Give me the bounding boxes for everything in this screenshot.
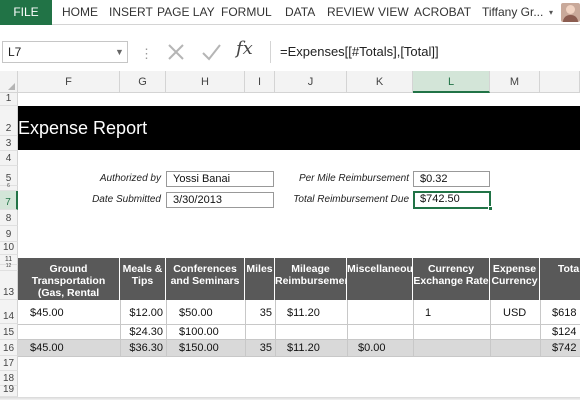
table-cell[interactable]: $45.00 — [30, 307, 64, 319]
sheet-title: Expense Report — [18, 118, 148, 138]
row-header-4[interactable]: 4 — [0, 151, 18, 166]
total-cell[interactable]: $742 — [552, 342, 576, 354]
header-miscellaneous[interactable]: Miscellaneous — [347, 258, 413, 300]
table-cell[interactable]: $618 — [552, 307, 576, 319]
row-header-7[interactable]: 7 — [0, 191, 18, 210]
tab-insert[interactable]: INSERT — [109, 0, 153, 25]
excel-window: FILE HOME INSERT PAGE LAY FORMUL DATA RE… — [0, 0, 580, 400]
per-mile-label: Per Mile Reimbursement — [298, 173, 409, 184]
formula-bar-grip-icon[interactable]: ⋮ — [140, 46, 153, 62]
formula-input[interactable]: =Expenses[[#Totals],[Total]] — [270, 41, 580, 63]
avatar[interactable] — [561, 3, 580, 22]
total-reimbursement-cell[interactable]: $742.50 — [413, 191, 493, 211]
header-conferences[interactable]: Conferences and Seminars — [166, 258, 245, 300]
worksheet-grid[interactable]: F G H I J K L M 1 2 3 4 5 6 7 8 9 10 11 … — [0, 71, 580, 400]
row-header-15[interactable]: 15 — [0, 324, 18, 340]
tab-view[interactable]: VIEW — [378, 0, 409, 25]
column-header-h[interactable]: H — [166, 71, 245, 93]
account-dropdown-icon[interactable]: ▾ — [549, 0, 553, 25]
total-reimbursement-label: Total Reimbursement Due — [293, 194, 409, 205]
table-cell[interactable]: $12.00 — [120, 307, 163, 319]
table-cell[interactable]: USD — [503, 307, 526, 319]
col-divider — [490, 300, 491, 356]
column-header-i[interactable]: I — [245, 71, 275, 93]
date-submitted-label: Date Submitted — [92, 194, 161, 205]
column-header-n[interactable] — [540, 71, 580, 93]
select-all-corner[interactable] — [0, 71, 18, 93]
header-expense-currency[interactable]: Expense Currency — [490, 258, 540, 300]
authorized-by-cell[interactable]: Yossi Banai — [166, 171, 274, 187]
table-cell[interactable]: $124 — [552, 326, 576, 338]
tab-formulas[interactable]: FORMUL — [221, 0, 272, 25]
column-header-l[interactable]: L — [413, 71, 490, 93]
table-cell[interactable]: $50.00 — [179, 307, 213, 319]
row-header-19[interactable]: 19 — [0, 384, 18, 397]
row-header-2[interactable]: 2 — [0, 106, 18, 136]
column-header-j[interactable]: J — [275, 71, 347, 93]
tab-acrobat[interactable]: ACROBAT — [414, 0, 471, 25]
name-box-value: L7 — [8, 45, 22, 59]
enter-check-icon[interactable] — [198, 39, 224, 65]
insert-function-icon[interactable]: fx — [236, 38, 253, 59]
column-header-g[interactable]: G — [120, 71, 166, 93]
name-box-dropdown-icon[interactable]: ▼ — [115, 42, 124, 62]
col-divider — [413, 300, 414, 356]
tab-review[interactable]: REVIEW — [327, 0, 374, 25]
row-header-9[interactable]: 9 — [0, 226, 18, 242]
row-header-16[interactable]: 16 — [0, 340, 18, 356]
account-name[interactable]: Tiffany Gr... — [482, 0, 543, 25]
date-submitted-cell[interactable]: 3/30/2013 — [166, 192, 274, 208]
row-header-17[interactable]: 17 — [0, 356, 18, 371]
row-divider — [18, 324, 580, 325]
total-cell[interactable]: 35 — [245, 342, 272, 354]
row-divider — [18, 339, 580, 340]
file-tab[interactable]: FILE — [0, 0, 52, 25]
col-divider — [347, 300, 348, 356]
column-header-k[interactable]: K — [347, 71, 413, 93]
header-total[interactable]: Total — [540, 258, 580, 300]
tab-page-layout[interactable]: PAGE LAY — [157, 0, 215, 25]
tab-home[interactable]: HOME — [62, 0, 98, 25]
table-cell[interactable]: 1 — [425, 307, 431, 319]
row-header-8[interactable]: 8 — [0, 210, 18, 226]
total-cell[interactable]: $150.00 — [179, 342, 219, 354]
fill-handle[interactable] — [488, 206, 493, 211]
table-cell[interactable]: $100.00 — [179, 326, 219, 338]
authorized-by-label: Authorized by — [99, 173, 161, 184]
col-divider — [275, 300, 276, 356]
total-cell[interactable]: $36.30 — [120, 342, 163, 354]
formula-bar: L7 ▼ ⋮ fx =Expenses[[#Totals],[Total]] — [0, 26, 580, 71]
header-ground-transportation[interactable]: Ground Transportation (Gas, Rental — [18, 258, 120, 300]
row-header-3[interactable]: 3 — [0, 136, 18, 151]
tab-data[interactable]: DATA — [285, 0, 315, 25]
row-header-1[interactable]: 1 — [0, 93, 18, 106]
table-cell[interactable]: $24.30 — [120, 326, 163, 338]
table-cell[interactable]: $11.20 — [287, 307, 320, 319]
row-header-14[interactable]: 14 — [0, 300, 18, 324]
name-box[interactable]: L7 ▼ — [2, 41, 128, 63]
total-reimbursement-value: $742.50 — [420, 193, 460, 205]
total-cell[interactable]: $11.20 — [287, 342, 320, 354]
column-header-m[interactable]: M — [490, 71, 540, 93]
title-band: Expense Report — [18, 106, 580, 150]
header-currency-exchange-rate[interactable]: Currency Exchange Rate — [413, 258, 490, 300]
table-cell[interactable]: 35 — [245, 307, 272, 319]
cancel-icon[interactable] — [163, 39, 189, 65]
ribbon-tab-bar: FILE HOME INSERT PAGE LAY FORMUL DATA RE… — [0, 0, 580, 25]
total-cell[interactable]: $45.00 — [30, 342, 64, 354]
col-divider — [166, 300, 167, 356]
total-cell[interactable]: $0.00 — [358, 342, 386, 354]
header-miles[interactable]: Miles — [245, 258, 275, 300]
header-mileage-reimbursement[interactable]: Mileage Reimbursement — [275, 258, 347, 300]
per-mile-cell[interactable]: $0.32 — [413, 171, 490, 187]
row-header-10[interactable]: 10 — [0, 242, 18, 255]
row-divider — [18, 356, 580, 357]
header-meals-tips[interactable]: Meals & Tips — [120, 258, 166, 300]
column-header-f[interactable]: F — [18, 71, 120, 93]
col-divider — [540, 300, 541, 356]
row-header-13[interactable]: 13 — [0, 271, 18, 300]
